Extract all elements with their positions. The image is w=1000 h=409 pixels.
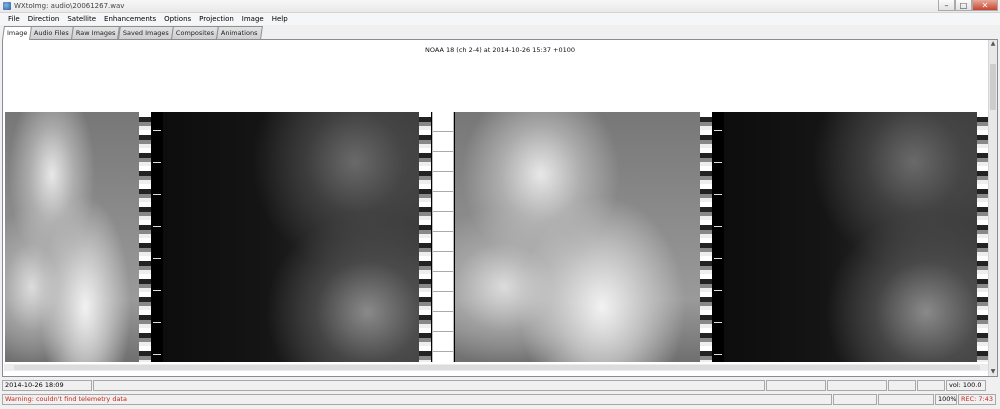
recording-timer: REC: 7:43 (958, 394, 996, 405)
tab-label: Image (7, 29, 28, 37)
tab-audio-files[interactable]: Audio Files (29, 26, 75, 39)
channel-a-image-right (455, 112, 700, 362)
tab-label: Raw Images (76, 29, 116, 37)
scroll-up-icon[interactable]: ▲ (989, 40, 997, 48)
telemetry-wedge (419, 112, 431, 362)
channel-b-image-left (163, 112, 419, 362)
status-cell (878, 394, 934, 405)
tab-label: Composites (175, 29, 214, 37)
sync-bar (712, 112, 724, 362)
satellite-image[interactable] (5, 112, 989, 362)
tab-composites[interactable]: Composites (170, 26, 219, 39)
title-bar: WXtoImg: audio\20061267.wav – □ ✕ (0, 0, 1000, 13)
menu-file[interactable]: File (4, 15, 24, 23)
tab-image[interactable]: Image (2, 26, 33, 40)
sync-bar (151, 112, 163, 362)
volume-readout: vol: 100.0 (946, 380, 986, 391)
status-cell (888, 380, 916, 391)
tab-label: Animations (220, 29, 258, 37)
close-icon[interactable]: ✕ (972, 0, 998, 11)
tab-label: Audio Files (34, 29, 70, 37)
channel-a-image-left (5, 112, 139, 362)
maximize-icon[interactable]: □ (955, 0, 972, 11)
image-panel: NOAA 18 (ch 2-4) at 2014-10-26 15:37 +01… (2, 39, 998, 377)
app-window: WXtoImg: audio\20061267.wav – □ ✕ File D… (0, 0, 1000, 409)
tab-raw-images[interactable]: Raw Images (71, 26, 121, 39)
channel-b-image-right (724, 112, 977, 362)
window-title: WXtoImg: audio\20061267.wav (14, 2, 125, 10)
menu-direction[interactable]: Direction (24, 15, 64, 23)
menu-image[interactable]: Image (238, 15, 268, 23)
vertical-scrollbar[interactable]: ▲ ▼ (988, 40, 997, 376)
zoom-level: 100% (935, 394, 957, 405)
scroll-down-icon[interactable]: ▼ (989, 368, 997, 376)
tab-label: Saved Images (122, 29, 169, 37)
status-cell (766, 380, 826, 391)
window-controls: – □ ✕ (938, 0, 998, 12)
warning-message: Warning: couldn't find telemetry data (2, 394, 832, 405)
tab-animations[interactable]: Animations (215, 26, 263, 39)
image-caption: NOAA 18 (ch 2-4) at 2014-10-26 15:37 +01… (424, 46, 576, 54)
status-bar-bottom: Warning: couldn't find telemetry data 10… (2, 394, 998, 405)
status-cell (833, 394, 877, 405)
menu-bar: File Direction Satellite Enhancements Op… (0, 13, 1000, 25)
scrollbar-thumb[interactable] (990, 64, 996, 110)
status-cell (917, 380, 945, 391)
telemetry-wedge (139, 112, 151, 362)
image-seam (432, 112, 454, 362)
scrollbar-thumb[interactable] (14, 365, 980, 370)
menu-enhancements[interactable]: Enhancements (100, 15, 160, 23)
status-cell (827, 380, 887, 391)
tab-bar: Image Audio Files Raw Images Saved Image… (2, 26, 263, 40)
menu-satellite[interactable]: Satellite (63, 15, 100, 23)
tab-saved-images[interactable]: Saved Images (117, 26, 174, 39)
status-bar-top: 2014-10-26 18:09 vol: 100.0 (2, 380, 998, 391)
menu-help[interactable]: Help (268, 15, 292, 23)
telemetry-wedge (700, 112, 712, 362)
app-icon (3, 2, 11, 10)
minimize-icon[interactable]: – (938, 0, 955, 11)
menu-projection[interactable]: Projection (195, 15, 238, 23)
progress-bar (93, 380, 765, 391)
status-datetime: 2014-10-26 18:09 (2, 380, 92, 391)
menu-options[interactable]: Options (160, 15, 195, 23)
horizontal-scrollbar[interactable] (4, 364, 989, 371)
